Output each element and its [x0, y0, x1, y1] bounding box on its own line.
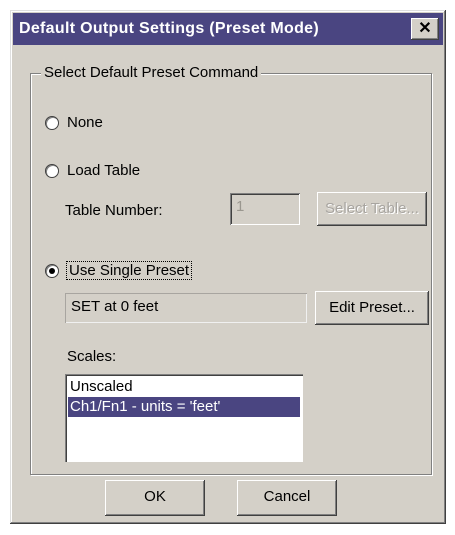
close-button[interactable]: ✕: [411, 18, 439, 40]
scale-list-item[interactable]: Unscaled: [68, 377, 300, 397]
preset-value-field: SET at 0 feet: [65, 293, 307, 323]
edit-preset-label: Edit Preset...: [329, 299, 415, 316]
ok-label: OK: [144, 488, 166, 505]
table-number-label: Table Number:: [65, 202, 163, 219]
cancel-button[interactable]: Cancel: [237, 480, 337, 516]
title-bar[interactable]: Default Output Settings (Preset Mode) ✕: [13, 13, 443, 45]
radio-use-single-preset-indicator[interactable]: [45, 263, 59, 278]
cancel-label: Cancel: [263, 488, 311, 505]
scale-list-item[interactable]: Ch1/Fn1 - units = 'feet': [68, 397, 300, 417]
preset-value: SET at 0 feet: [71, 298, 159, 315]
radio-use-single-preset-label: Use Single Preset: [65, 261, 193, 280]
radio-load-table-label: Load Table: [67, 162, 141, 179]
preset-command-group: Select Default Preset Command None Load …: [30, 64, 432, 475]
edit-preset-button[interactable]: Edit Preset...: [315, 291, 429, 325]
select-table-button[interactable]: Select Table...: [317, 192, 427, 226]
table-number-field[interactable]: 1: [230, 193, 300, 225]
radio-load-table[interactable]: Load Table: [45, 162, 140, 179]
select-table-label: Select Table...: [325, 200, 419, 217]
radio-use-single-preset[interactable]: Use Single Preset: [45, 261, 193, 280]
radio-none-label: None: [67, 114, 103, 131]
scales-listbox[interactable]: Unscaled Ch1/Fn1 - units = 'feet': [65, 374, 303, 462]
preset-mode-dialog: Default Output Settings (Preset Mode) ✕ …: [10, 10, 446, 524]
radio-load-table-indicator[interactable]: [45, 163, 59, 178]
group-legend: Select Default Preset Command: [41, 64, 262, 81]
dialog-title: Default Output Settings (Preset Mode): [19, 20, 319, 37]
ok-button[interactable]: OK: [105, 480, 205, 516]
table-number-value: 1: [236, 198, 245, 215]
scales-label: Scales:: [67, 348, 117, 365]
close-icon: ✕: [418, 20, 432, 37]
radio-none-indicator[interactable]: [45, 115, 59, 130]
radio-none[interactable]: None: [45, 114, 103, 131]
